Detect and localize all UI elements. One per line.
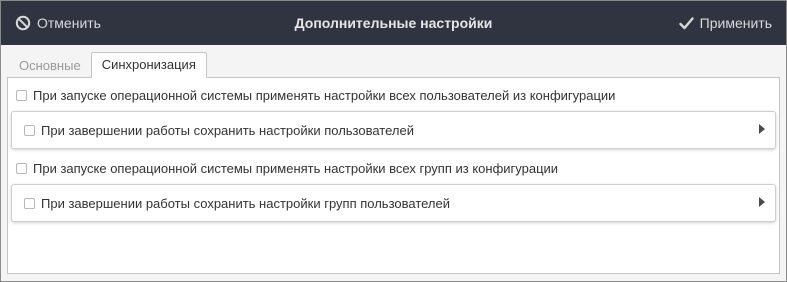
apply-button[interactable]: Применить [678, 15, 772, 31]
apply-groups-on-boot-label: При запуске операционной системы применя… [33, 161, 559, 176]
settings-dialog: Отменить Дополнительные настройки Примен… [0, 0, 787, 282]
apply-users-on-boot-label: При запуске операционной системы применя… [33, 88, 616, 103]
cancel-circle-icon [15, 15, 31, 31]
dialog-title: Дополнительные настройки [294, 15, 493, 31]
save-users-on-shutdown-label: При завершении работы сохранить настройк… [41, 123, 414, 138]
save-users-on-shutdown-option[interactable]: При завершении работы сохранить настройк… [24, 123, 414, 138]
tab-sync[interactable]: Синхронизация [90, 52, 207, 78]
checkmark-icon [678, 16, 694, 30]
tab-general[interactable]: Основные [9, 54, 91, 78]
save-users-on-shutdown-checkbox[interactable] [24, 125, 35, 136]
cancel-label: Отменить [37, 15, 101, 31]
apply-users-on-boot-checkbox[interactable] [16, 90, 27, 101]
apply-label: Применить [699, 15, 772, 31]
save-groups-on-shutdown-label: При завершении работы сохранить настройк… [41, 196, 450, 211]
save-groups-on-shutdown-option[interactable]: При завершении работы сохранить настройк… [24, 196, 450, 211]
triangle-right-icon[interactable] [759, 124, 765, 134]
header-bar: Отменить Дополнительные настройки Примен… [1, 1, 786, 45]
save-users-on-shutdown-group[interactable]: При завершении работы сохранить настройк… [11, 111, 776, 149]
apply-groups-on-boot-checkbox[interactable] [16, 163, 27, 174]
cancel-button[interactable]: Отменить [15, 15, 101, 31]
save-groups-on-shutdown-checkbox[interactable] [24, 198, 35, 209]
save-groups-on-shutdown-group[interactable]: При завершении работы сохранить настройк… [11, 184, 776, 222]
apply-users-on-boot-option[interactable]: При запуске операционной системы применя… [16, 88, 615, 103]
triangle-right-icon[interactable] [759, 197, 765, 207]
tab-bar: Основные Синхронизация [9, 52, 207, 78]
sync-panel: При запуске операционной системы применя… [7, 77, 780, 274]
dialog-content: Основные Синхронизация При запуске опера… [1, 45, 786, 281]
apply-groups-on-boot-option[interactable]: При запуске операционной системы применя… [16, 161, 558, 176]
